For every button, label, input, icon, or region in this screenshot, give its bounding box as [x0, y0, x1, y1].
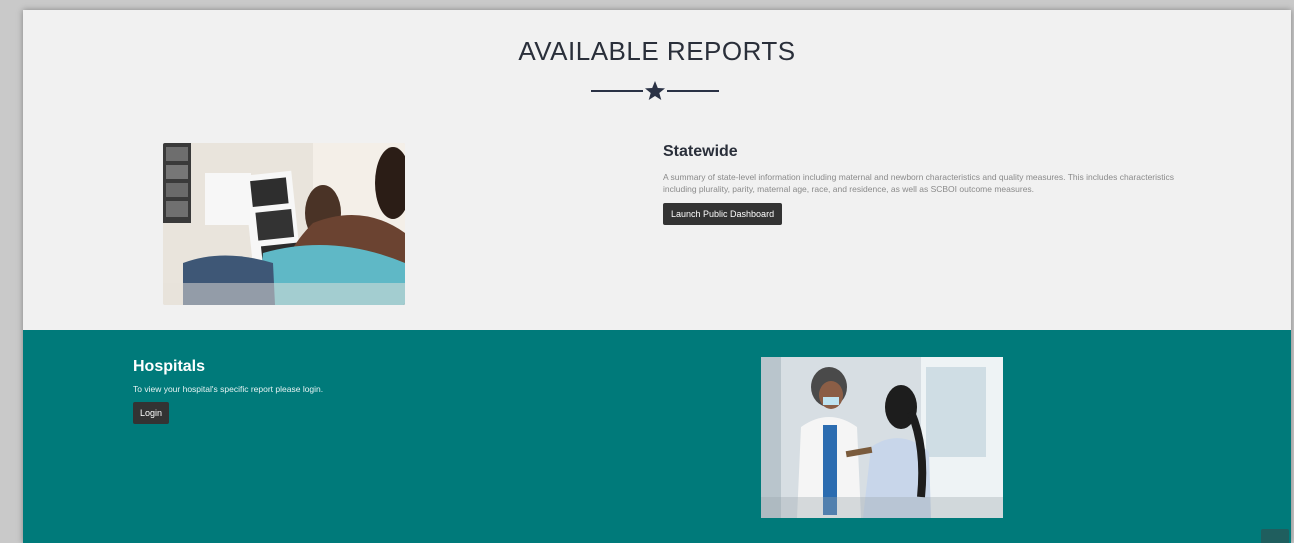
login-button[interactable]: Login	[133, 402, 170, 424]
statewide-title: Statewide	[663, 143, 738, 160]
statewide-photo	[163, 143, 405, 305]
hospitals-description: To view your hospital's specific report …	[133, 384, 324, 394]
statewide-description: A summary of state-level information inc…	[663, 172, 1175, 194]
hospitals-title: Hospitals	[133, 358, 206, 375]
page-frame: AVAILABLE REPORTS Statewide A summary of…	[23, 10, 1291, 543]
page-heading: AVAILABLE REPORTS	[518, 36, 796, 66]
launch-dashboard-button[interactable]: Launch Public Dashboard	[663, 203, 783, 225]
statewide-text-block: Statewide A summary of state-level infor…	[663, 143, 1183, 225]
scroll-to-top-button[interactable]	[1261, 529, 1289, 543]
statewide-section: AVAILABLE REPORTS Statewide A summary of…	[23, 10, 1291, 330]
hospitals-section: Hospitals To view your hospital's specif…	[23, 330, 1291, 543]
star-divider-icon	[591, 81, 719, 100]
hospital-photo	[761, 357, 1003, 518]
hospitals-text-block: Hospitals To view your hospital's specif…	[133, 358, 533, 424]
